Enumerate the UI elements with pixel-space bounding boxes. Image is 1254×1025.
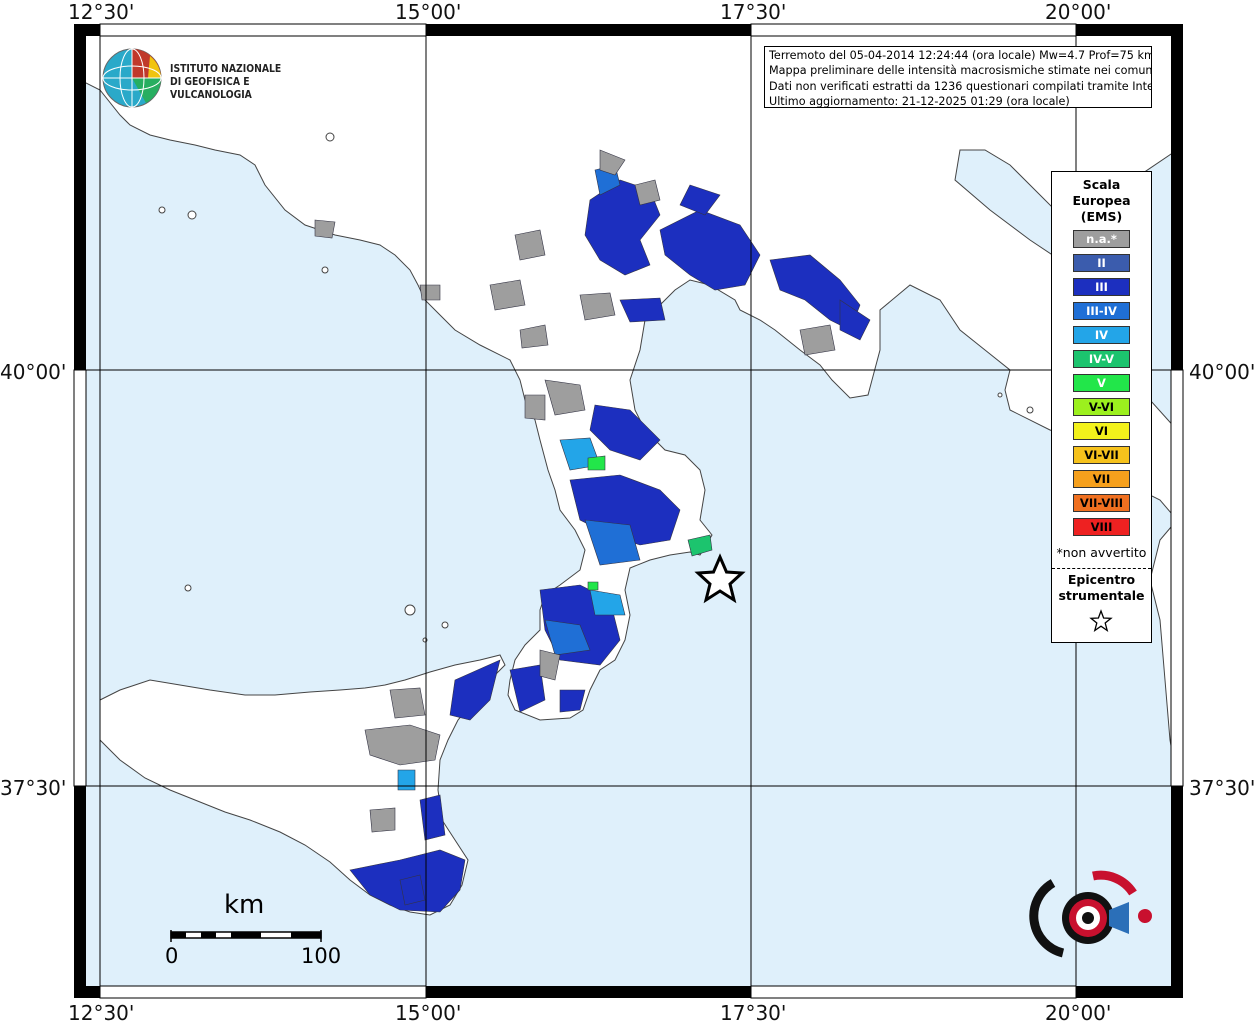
ingv-logo: ISTITUTO NAZIONALE DI GEOFISICA E VULCAN… — [100, 46, 330, 110]
event-info-line1: Terremoto del 05-04-2014 12:24:44 (ora l… — [769, 49, 1151, 62]
event-info-line3: Dati non verificati estratti da 1236 que… — [769, 79, 1151, 93]
legend-swatch-iii: III — [1073, 278, 1130, 296]
epicenter-label-line1: Epicentro — [1067, 572, 1136, 587]
ems-legend: Scala Europea (EMS) n.a.* II III III-IV IV IV… — [1051, 171, 1152, 643]
legend-divider — [1052, 568, 1151, 569]
epicenter-legend-label: Epicentro strumentale — [1052, 572, 1151, 604]
lon-label-bottom-2: 15°00' — [395, 1001, 462, 1025]
lon-label-bottom-4: 20°00' — [1045, 1001, 1112, 1025]
legend-title: Scala Europea (EMS) — [1052, 177, 1151, 225]
epicenter-label-line2: strumentale — [1058, 588, 1145, 603]
legend-swatch-ivv: IV-V — [1073, 350, 1130, 368]
legend-swatch-vvi: V-VI — [1073, 398, 1130, 416]
legend-swatch-iv: IV — [1073, 326, 1130, 344]
scale-min: 0 — [165, 944, 179, 968]
scale-bar: km 0 100 — [160, 890, 360, 970]
lon-label-bottom-3: 17°30' — [720, 1001, 787, 1025]
lon-label-top-1: 12°30' — [68, 0, 135, 24]
lon-label-top-3: 17°30' — [720, 0, 787, 24]
haisentito-target-icon — [1029, 870, 1152, 958]
lon-label-top-2: 15°00' — [395, 0, 462, 24]
legend-swatch-vivii: VI-VII — [1073, 446, 1130, 464]
event-info-line4: Ultimo aggiornamento: 21-12-2025 01:29 (… — [769, 94, 1070, 108]
event-info-box: Terremoto del 05-04-2014 12:24:44 (ora l… — [764, 46, 1152, 108]
ingv-globe-icon — [102, 48, 162, 108]
lat-label-left-2: 37°30' — [0, 776, 67, 800]
lat-label-left-1: 40°00' — [0, 360, 67, 384]
legend-swatch-na: n.a.* — [1073, 230, 1130, 248]
lon-label-top-4: 20°00' — [1045, 0, 1112, 24]
legend-swatch-ii: II — [1073, 254, 1130, 272]
legend-swatch-iiiiv: III-IV — [1073, 302, 1130, 320]
legend-swatch-viiviii: VII-VIII — [1073, 494, 1130, 512]
lon-label-bottom-1: 12°30' — [68, 1001, 135, 1025]
legend-title-line2: Europea — [1072, 193, 1131, 208]
lat-label-right-1: 40°00' — [1189, 360, 1254, 384]
legend-swatch-v: V — [1073, 374, 1130, 392]
legend-title-line3: (EMS) — [1080, 209, 1123, 224]
not-felt-note: *non avvertito — [1056, 545, 1147, 560]
epicenter-legend-star-icon — [1089, 609, 1113, 633]
ingv-name-line2: DI GEOFISICA E VULCANOLOGIA — [170, 76, 252, 101]
lat-label-right-2: 37°30' — [1189, 776, 1254, 800]
legend-swatch-viii: VIII — [1073, 518, 1130, 536]
legend-swatch-vii: VII — [1073, 470, 1130, 488]
scale-max: 100 — [301, 944, 342, 968]
haisentito-logo — [1023, 858, 1163, 978]
legend-title-line1: Scala — [1082, 177, 1121, 192]
legend-swatch-vi: VI — [1073, 422, 1130, 440]
ingv-name-line1: ISTITUTO NAZIONALE — [170, 63, 282, 75]
event-info-line2: Mappa preliminare delle intensità macros… — [769, 64, 1151, 78]
